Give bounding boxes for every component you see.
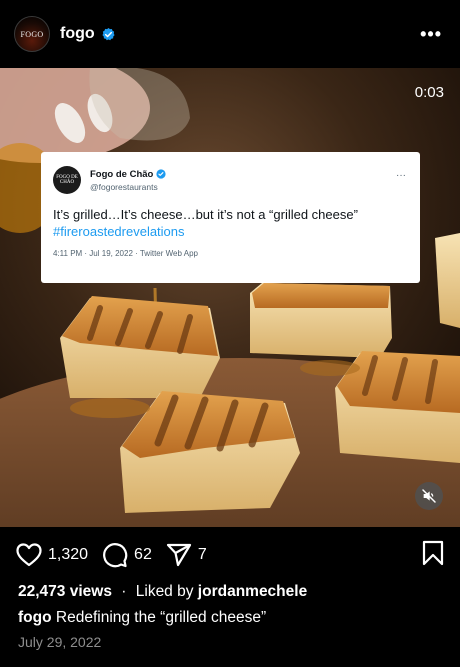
avatar[interactable]: FOGO (14, 16, 50, 52)
tweet-more-icon: ··· (396, 169, 406, 181)
tweet-verified-icon (156, 169, 166, 179)
caption-username[interactable]: fogo (18, 609, 52, 626)
liked-by-prefix: Liked by (135, 583, 194, 600)
save-button[interactable] (422, 540, 444, 571)
like-count: 1,320 (48, 546, 89, 563)
avatar-text: FOGO (20, 29, 44, 39)
like-button[interactable]: 1,320 (16, 543, 88, 567)
post-date: July 29, 2022 (18, 634, 102, 650)
tweet-meta: 4:11 PM · Jul 19, 2022 · Twitter Web App (53, 249, 198, 258)
post-stats: 22,473 views · Liked by jordanmechele (18, 583, 307, 601)
stats-separator: · (121, 583, 127, 600)
video-timer: 0:03 (414, 84, 444, 101)
bookmark-icon (422, 540, 444, 565)
post-caption: fogo Redefining the “grilled cheese” (18, 609, 266, 627)
speaker-muted-icon (422, 489, 436, 503)
view-count: 22,473 views (18, 583, 112, 600)
share-button[interactable]: 7 (166, 543, 207, 567)
embedded-tweet-card: FOGO DE CHÃO Fogo de Chão @fogorestauran… (41, 152, 420, 283)
mute-button[interactable] (415, 482, 443, 510)
tweet-author-name: Fogo de Chão (90, 168, 154, 180)
more-options-button[interactable]: ••• (420, 24, 442, 45)
video-frame-image (0, 68, 460, 527)
tweet-author-handle: @fogorestaurants (90, 181, 158, 192)
heart-icon (16, 543, 42, 567)
username[interactable]: fogo (60, 25, 95, 43)
comment-icon (103, 543, 128, 568)
action-bar: 1,320 62 7 (0, 535, 460, 575)
video-player[interactable]: 0:03 FOGO DE CHÃO Fogo de Chão @fogorest… (0, 68, 460, 527)
comment-button[interactable]: 62 (102, 542, 152, 568)
send-icon (166, 543, 191, 567)
verified-badge-icon (102, 27, 115, 40)
liked-by-user[interactable]: jordanmechele (198, 583, 307, 600)
tweet-hashtag: #fireroastedrevelations (53, 224, 185, 239)
caption-text: Redefining the “grilled cheese” (55, 609, 267, 626)
share-count: 7 (197, 546, 207, 563)
tweet-text: It’s grilled…It’s cheese…but it’s not a … (53, 207, 358, 222)
post-header: FOGO fogo ••• (0, 0, 460, 68)
comment-count: 62 (134, 546, 152, 563)
tweet-avatar: FOGO DE CHÃO (53, 166, 81, 194)
